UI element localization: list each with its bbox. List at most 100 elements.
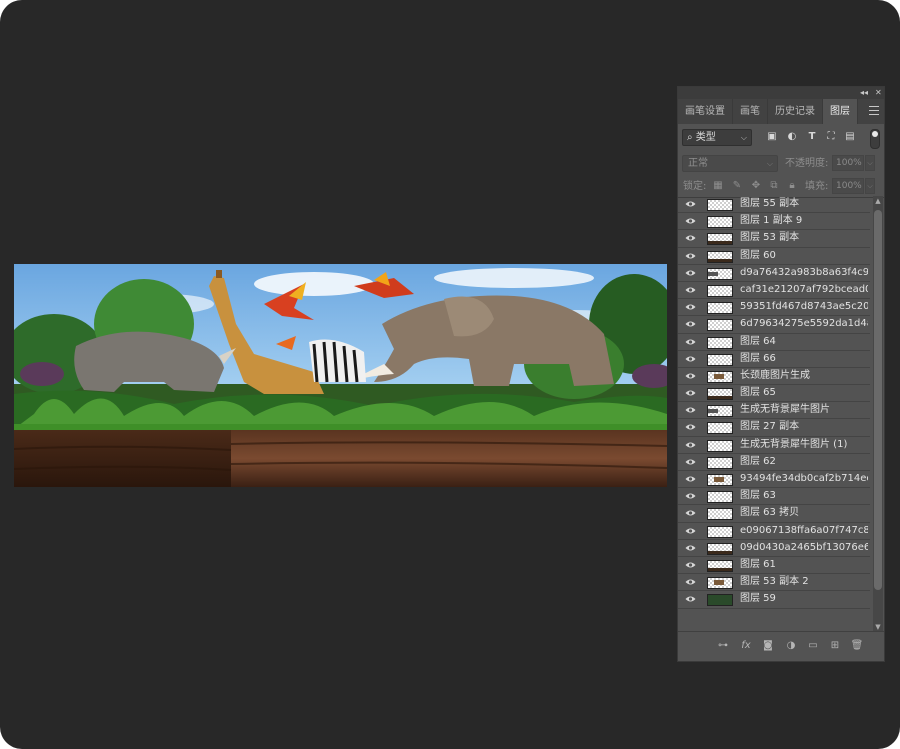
- layer-row[interactable]: 93494fe34db0caf2b714ec6...: [678, 471, 870, 489]
- canvas-artwork: [14, 264, 667, 487]
- lock-artboard-icon[interactable]: ⧉: [768, 180, 780, 192]
- lock-transparent-pixels-icon[interactable]: ▦: [712, 180, 724, 192]
- layer-thumbnail: [707, 284, 733, 297]
- layer-row[interactable]: 图层 59: [678, 591, 870, 609]
- visibility-eye-icon[interactable]: [685, 303, 696, 311]
- layer-row[interactable]: 图层 64: [678, 334, 870, 351]
- visibility-eye-icon[interactable]: [685, 458, 696, 466]
- collapse-panel-icon[interactable]: ◂◂: [860, 87, 868, 99]
- layer-row[interactable]: 图层 61: [678, 557, 870, 575]
- layer-name: d9a76432a983b8a63f4c9a...: [740, 266, 868, 278]
- visibility-eye-icon[interactable]: [685, 423, 696, 431]
- layer-row[interactable]: 长颈鹿图片生成: [678, 368, 870, 386]
- new-group-icon[interactable]: ▭: [806, 639, 820, 653]
- document-canvas[interactable]: [14, 264, 667, 487]
- layers-panel: ◂◂ ✕ 画笔设置 画笔 历史记录 图层 ⌕ 类型 ⌵ ▣ ◐ T ⛶ ▤ 正常: [677, 86, 885, 662]
- visibility-eye-icon[interactable]: [685, 492, 696, 500]
- layer-row[interactable]: 图层 60: [678, 248, 870, 265]
- layer-row[interactable]: 09d0430a2465bf13076e67...: [678, 540, 870, 557]
- visibility-eye-icon[interactable]: [685, 441, 696, 449]
- panel-tabs: 画笔设置 画笔 历史记录 图层: [678, 99, 884, 124]
- chevron-down-icon: ⌵: [740, 133, 747, 142]
- layer-row[interactable]: e09067138ffa6a07f747c82...: [678, 523, 870, 540]
- layer-thumbnail: [707, 388, 733, 401]
- panel-menu-icon[interactable]: [869, 106, 879, 116]
- visibility-eye-icon[interactable]: [685, 509, 696, 517]
- visibility-eye-icon[interactable]: [685, 269, 696, 277]
- adjustment-filter-icon[interactable]: ◐: [786, 131, 798, 143]
- filter-kind-select[interactable]: ⌕ 类型 ⌵: [682, 129, 752, 146]
- layer-name: 图层 53 副本: [740, 232, 800, 244]
- lock-position-icon[interactable]: ✥: [750, 180, 762, 192]
- new-layer-icon[interactable]: ⊞: [828, 639, 842, 653]
- visibility-eye-icon[interactable]: [685, 544, 696, 552]
- lock-image-pixels-icon[interactable]: ✎: [731, 180, 743, 192]
- visibility-eye-icon[interactable]: [685, 320, 696, 328]
- layer-thumbnail: [707, 302, 733, 315]
- layers-scrollbar[interactable]: ▲ ▼: [873, 196, 883, 632]
- visibility-eye-icon[interactable]: [685, 234, 696, 242]
- layer-row[interactable]: 图层 55 副本: [678, 196, 870, 214]
- layer-thumbnail: [707, 216, 733, 229]
- smart-object-filter-icon[interactable]: ▤: [844, 131, 856, 143]
- opacity-input[interactable]: 100%: [832, 155, 864, 171]
- layer-name: 图层 65: [740, 387, 776, 399]
- layer-row[interactable]: caf31e21207af792bcead0b...: [678, 282, 870, 300]
- fill-input[interactable]: 100%: [832, 178, 864, 194]
- scroll-up-icon[interactable]: ▲: [873, 196, 883, 206]
- layer-row[interactable]: 图层 65: [678, 385, 870, 403]
- visibility-eye-icon[interactable]: [685, 475, 696, 483]
- visibility-eye-icon[interactable]: [685, 372, 696, 380]
- visibility-eye-icon[interactable]: [685, 355, 696, 363]
- tab-history[interactable]: 历史记录: [768, 99, 823, 124]
- new-adjustment-layer-icon[interactable]: ◑: [784, 639, 798, 653]
- layer-row[interactable]: 图层 63 拷贝: [678, 505, 870, 523]
- filter-toggle-switch[interactable]: [870, 129, 880, 149]
- layer-row[interactable]: 生成无背景犀牛图片 (1): [678, 437, 870, 454]
- scrollbar-thumb[interactable]: [874, 210, 882, 590]
- visibility-eye-icon[interactable]: [685, 389, 696, 397]
- visibility-eye-icon[interactable]: [685, 578, 696, 586]
- lock-row: 锁定: ▦ ✎ ✥ ⧉ 🔒︎ 填充: 100% ⌵: [678, 177, 884, 198]
- close-panel-icon[interactable]: ✕: [875, 87, 882, 99]
- lock-all-icon[interactable]: 🔒︎: [786, 180, 798, 192]
- layer-name: 生成无背景犀牛图片 (1): [740, 438, 848, 450]
- tab-layers[interactable]: 图层: [823, 99, 858, 124]
- layer-row[interactable]: 图层 1 副本 9: [678, 213, 870, 231]
- link-layers-icon[interactable]: ⊶: [716, 639, 730, 653]
- add-mask-icon[interactable]: ◙: [761, 639, 775, 653]
- visibility-eye-icon[interactable]: [685, 338, 696, 346]
- visibility-eye-icon[interactable]: [685, 217, 696, 225]
- layer-row[interactable]: 图层 62: [678, 454, 870, 471]
- visibility-eye-icon[interactable]: [685, 561, 696, 569]
- tab-brushes[interactable]: 画笔: [733, 99, 768, 124]
- type-filter-icon[interactable]: T: [806, 131, 818, 143]
- layer-row[interactable]: d9a76432a983b8a63f4c9a...: [678, 265, 870, 282]
- visibility-eye-icon[interactable]: [685, 595, 696, 603]
- shape-filter-icon[interactable]: ⛶: [825, 131, 837, 143]
- delete-layer-icon[interactable]: 🗑︎: [850, 639, 864, 653]
- visibility-eye-icon[interactable]: [685, 286, 696, 294]
- layer-row[interactable]: 59351fd467d8743ae5c200...: [678, 299, 870, 317]
- layer-row[interactable]: 图层 27 副本: [678, 419, 870, 437]
- visibility-eye-icon[interactable]: [685, 252, 696, 260]
- layer-row[interactable]: 图层 63: [678, 488, 870, 506]
- layer-row[interactable]: 图层 53 副本 2: [678, 574, 870, 592]
- layer-row[interactable]: 6d79634275e5592da1d4ad...: [678, 316, 870, 334]
- blend-mode-value: 正常: [688, 158, 708, 169]
- layer-name: e09067138ffa6a07f747c82...: [740, 524, 868, 536]
- opacity-dropdown-icon[interactable]: ⌵: [865, 155, 875, 171]
- visibility-eye-icon[interactable]: [685, 200, 696, 208]
- fill-dropdown-icon[interactable]: ⌵: [865, 178, 875, 194]
- layer-row[interactable]: 图层 53 副本: [678, 230, 870, 248]
- visibility-eye-icon[interactable]: [685, 406, 696, 414]
- fx-icon[interactable]: fx: [739, 639, 753, 653]
- layer-name: 图层 66: [740, 352, 776, 364]
- tab-brush-settings[interactable]: 画笔设置: [678, 99, 733, 124]
- visibility-eye-icon[interactable]: [685, 527, 696, 535]
- layer-row[interactable]: 图层 66: [678, 351, 870, 368]
- image-filter-icon[interactable]: ▣: [766, 131, 778, 143]
- layer-row[interactable]: 生成无背景犀牛图片: [678, 402, 870, 420]
- blend-mode-select[interactable]: 正常 ⌵: [682, 155, 778, 172]
- layer-thumbnail: [707, 456, 733, 469]
